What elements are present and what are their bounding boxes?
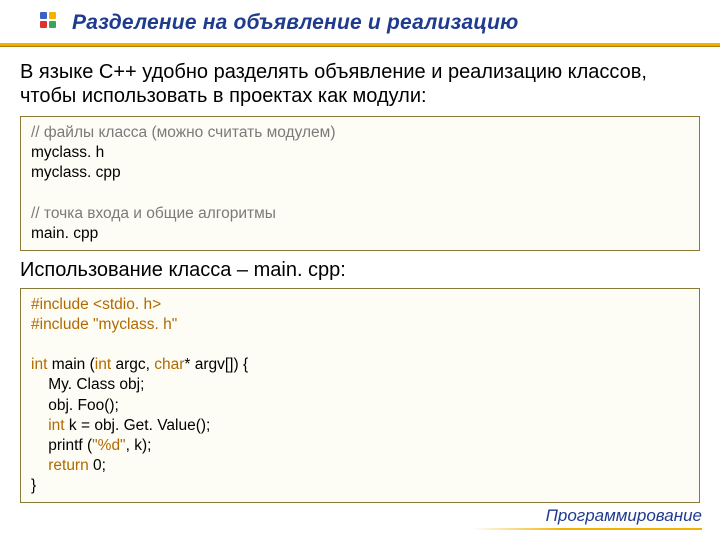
slide: Разделение на объявление и реализацию В …	[0, 0, 720, 540]
code-text: argc,	[115, 356, 154, 373]
code-box-files: // файлы класса (можно считать модулем) …	[20, 116, 700, 251]
code-keyword: int	[95, 356, 116, 373]
code-text: main (	[52, 356, 95, 373]
footer-text: Программирование	[472, 506, 702, 526]
code-line: myclass. cpp	[31, 164, 121, 181]
code-text: 0;	[93, 457, 106, 474]
logo-icon	[38, 10, 64, 36]
code-keyword: char	[154, 356, 184, 373]
code-keyword: return	[31, 457, 93, 474]
footer: Программирование	[472, 506, 702, 530]
code-text: * argv[]) {	[184, 356, 248, 373]
subtitle: Использование класса – main. cpp:	[20, 259, 700, 282]
code-keyword: int	[31, 417, 69, 434]
code-box-main: #include <stdio. h> #include "myclass. h…	[20, 288, 700, 503]
code-line: }	[31, 477, 36, 494]
header: Разделение на объявление и реализацию	[0, 0, 720, 46]
header-divider	[0, 43, 720, 46]
code-comment: // точка входа и общие алгоритмы	[31, 205, 276, 222]
code-line: My. Class obj;	[31, 376, 144, 393]
code-preproc: #include "myclass. h"	[31, 316, 177, 333]
code-line: myclass. h	[31, 144, 104, 161]
code-comment: // файлы класса (можно считать модулем)	[31, 124, 335, 141]
code-keyword: int	[31, 356, 52, 373]
code-line: main. cpp	[31, 225, 98, 242]
slide-body: В языке С++ удобно разделять объявление …	[0, 46, 720, 503]
footer-divider	[472, 528, 702, 530]
code-line: obj. Foo();	[31, 397, 119, 414]
code-string: "%d"	[92, 437, 125, 454]
code-text: printf (	[31, 437, 92, 454]
slide-title: Разделение на объявление и реализацию	[72, 11, 518, 35]
code-text: , k);	[126, 437, 152, 454]
code-preproc: #include <stdio. h>	[31, 296, 161, 313]
intro-paragraph: В языке С++ удобно разделять объявление …	[20, 60, 700, 108]
code-text: k = obj. Get. Value();	[69, 417, 210, 434]
